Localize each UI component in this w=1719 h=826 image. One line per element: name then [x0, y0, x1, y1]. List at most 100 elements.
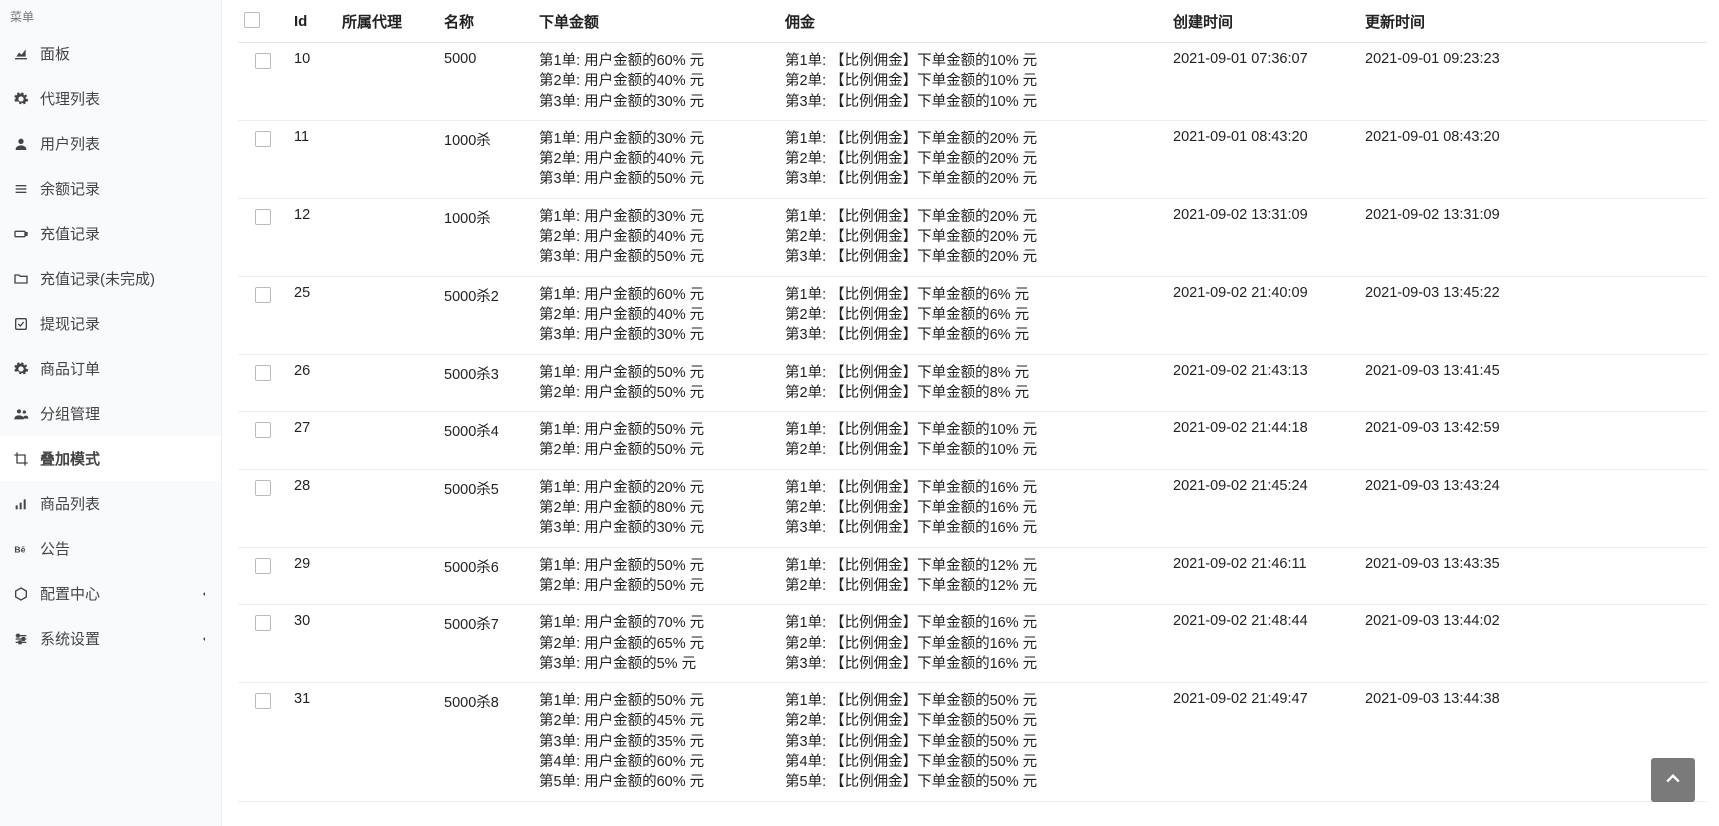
cell-agent — [336, 276, 438, 354]
cell-commission: 第1单: 【比例佣金】下单金额的8% 元第2单: 【比例佣金】下单金额的8% 元 — [779, 354, 1167, 412]
order-line: 第3单: 用户金额的30% 元 — [539, 92, 773, 112]
cell-updated: 2021-09-03 13:45:22 — [1359, 276, 1707, 354]
commission-line: 第2单: 【比例佣金】下单金额的12% 元 — [785, 576, 1161, 596]
sidebar-item-label: 分组管理 — [40, 403, 209, 424]
cell-created: 2021-09-02 21:46:11 — [1167, 547, 1359, 605]
sidebar-item-recharge-pending[interactable]: 充值记录(未完成) — [0, 256, 221, 301]
commission-line: 第1单: 【比例佣金】下单金额的20% 元 — [785, 207, 1161, 227]
commission-line: 第1单: 【比例佣金】下单金额的16% 元 — [785, 478, 1161, 498]
commission-line: 第3单: 【比例佣金】下单金额的6% 元 — [785, 325, 1161, 345]
cell-created: 2021-09-01 07:36:07 — [1167, 43, 1359, 121]
cell-name: 1000杀 — [438, 198, 533, 276]
commission-line: 第3单: 【比例佣金】下单金额的50% 元 — [785, 732, 1161, 752]
sidebar-item-label: 系统设置 — [40, 628, 199, 649]
cell-name: 5000杀3 — [438, 354, 533, 412]
cell-created: 2021-09-01 08:43:20 — [1167, 120, 1359, 198]
row-checkbox-cell — [238, 276, 288, 354]
cell-order-amount: 第1单: 用户金额的50% 元第2单: 用户金额的50% 元 — [533, 412, 779, 470]
cell-created: 2021-09-02 21:45:24 — [1167, 469, 1359, 547]
order-line: 第1单: 用户金额的50% 元 — [539, 363, 773, 383]
sidebar-item-config[interactable]: 配置中心 — [0, 571, 221, 616]
cell-id: 30 — [288, 605, 336, 683]
cell-agent — [336, 354, 438, 412]
row-checkbox[interactable] — [255, 422, 271, 438]
row-checkbox[interactable] — [255, 480, 271, 496]
order-line: 第2单: 用户金额的40% 元 — [539, 305, 773, 325]
cell-id: 28 — [288, 469, 336, 547]
sidebar-item-panel[interactable]: 面板 — [0, 31, 221, 76]
cell-commission: 第1单: 【比例佣金】下单金额的16% 元第2单: 【比例佣金】下单金额的16%… — [779, 469, 1167, 547]
order-line: 第1单: 用户金额的50% 元 — [539, 691, 773, 711]
cell-name: 5000杀8 — [438, 683, 533, 801]
row-checkbox[interactable] — [255, 558, 271, 574]
scroll-top-button[interactable] — [1651, 758, 1695, 802]
row-checkbox-cell — [238, 469, 288, 547]
sidebar-item-withdraw[interactable]: 提现记录 — [0, 301, 221, 346]
row-checkbox[interactable] — [255, 365, 271, 381]
sidebar-item-agents[interactable]: 代理列表 — [0, 76, 221, 121]
cell-agent — [336, 43, 438, 121]
cell-order-amount: 第1单: 用户金额的30% 元第2单: 用户金额的40% 元第3单: 用户金额的… — [533, 120, 779, 198]
row-checkbox[interactable] — [255, 693, 271, 709]
row-checkbox[interactable] — [255, 53, 271, 69]
sidebar-item-label: 商品列表 — [40, 493, 209, 514]
cell-order-amount: 第1单: 用户金额的60% 元第2单: 用户金额的40% 元第3单: 用户金额的… — [533, 276, 779, 354]
battery-icon — [12, 225, 30, 243]
order-line: 第3单: 用户金额的50% 元 — [539, 247, 773, 267]
row-checkbox[interactable] — [255, 615, 271, 631]
header-checkbox-cell — [238, 0, 288, 43]
commission-line: 第2单: 【比例佣金】下单金额的6% 元 — [785, 305, 1161, 325]
cell-order-amount: 第1单: 用户金额的50% 元第2单: 用户金额的45% 元第3单: 用户金额的… — [533, 683, 779, 801]
row-checkbox[interactable] — [255, 131, 271, 147]
order-line: 第1单: 用户金额的30% 元 — [539, 129, 773, 149]
commission-line: 第3单: 【比例佣金】下单金额的16% 元 — [785, 654, 1161, 674]
cell-id: 10 — [288, 43, 336, 121]
row-checkbox[interactable] — [255, 209, 271, 225]
gear-icon — [12, 90, 30, 108]
sidebar-item-overlay[interactable]: 叠加模式 — [0, 436, 221, 481]
gear-icon — [12, 360, 30, 378]
user-icon — [12, 135, 30, 153]
order-line: 第2单: 用户金额的45% 元 — [539, 711, 773, 731]
cell-id: 29 — [288, 547, 336, 605]
sidebar-item-balance[interactable]: 余额记录 — [0, 166, 221, 211]
cell-order-amount: 第1单: 用户金额的50% 元第2单: 用户金额的50% 元 — [533, 547, 779, 605]
order-line: 第3单: 用户金额的35% 元 — [539, 732, 773, 752]
order-line: 第1单: 用户金额的50% 元 — [539, 420, 773, 440]
row-checkbox[interactable] — [255, 287, 271, 303]
commission-line: 第1单: 【比例佣金】下单金额的10% 元 — [785, 420, 1161, 440]
cell-order-amount: 第1单: 用户金额的20% 元第2单: 用户金额的80% 元第3单: 用户金额的… — [533, 469, 779, 547]
header-commission: 佣金 — [779, 0, 1167, 43]
cell-updated: 2021-09-01 08:43:20 — [1359, 120, 1707, 198]
sidebar-item-products[interactable]: 商品列表 — [0, 481, 221, 526]
chevron-up-icon — [1663, 769, 1683, 792]
sidebar-item-announce[interactable]: Bē公告 — [0, 526, 221, 571]
chevron-left-icon — [199, 589, 209, 599]
row-checkbox-cell — [238, 412, 288, 470]
sidebar-item-orders[interactable]: 商品订单 — [0, 346, 221, 391]
commission-line: 第3单: 【比例佣金】下单金额的20% 元 — [785, 247, 1161, 267]
order-line: 第1单: 用户金额的70% 元 — [539, 613, 773, 633]
cell-created: 2021-09-02 21:40:09 — [1167, 276, 1359, 354]
sidebar-item-label: 商品订单 — [40, 358, 209, 379]
folder-icon — [12, 270, 30, 288]
commission-line: 第1单: 【比例佣金】下单金额的16% 元 — [785, 613, 1161, 633]
table-row: 285000杀5第1单: 用户金额的20% 元第2单: 用户金额的80% 元第3… — [238, 469, 1707, 547]
header-order-amount: 下单金额 — [533, 0, 779, 43]
sidebar-item-users[interactable]: 用户列表 — [0, 121, 221, 166]
table-row: 121000杀第1单: 用户金额的30% 元第2单: 用户金额的40% 元第3单… — [238, 198, 1707, 276]
cell-commission: 第1单: 【比例佣金】下单金额的10% 元第2单: 【比例佣金】下单金额的10%… — [779, 43, 1167, 121]
cell-agent — [336, 469, 438, 547]
commission-line: 第2单: 【比例佣金】下单金额的20% 元 — [785, 227, 1161, 247]
signal-icon — [12, 495, 30, 513]
cell-name: 5000杀7 — [438, 605, 533, 683]
sidebar-item-recharge[interactable]: 充值记录 — [0, 211, 221, 256]
sidebar-item-label: 余额记录 — [40, 178, 209, 199]
order-line: 第3单: 用户金额的30% 元 — [539, 325, 773, 345]
sidebar: 菜单 面板代理列表用户列表余额记录充值记录充值记录(未完成)提现记录商品订单分组… — [0, 0, 222, 826]
header-name: 名称 — [438, 0, 533, 43]
sidebar-item-groups[interactable]: 分组管理 — [0, 391, 221, 436]
sidebar-item-system[interactable]: 系统设置 — [0, 616, 221, 661]
select-all-checkbox[interactable] — [244, 12, 260, 28]
order-line: 第2单: 用户金额的50% 元 — [539, 576, 773, 596]
